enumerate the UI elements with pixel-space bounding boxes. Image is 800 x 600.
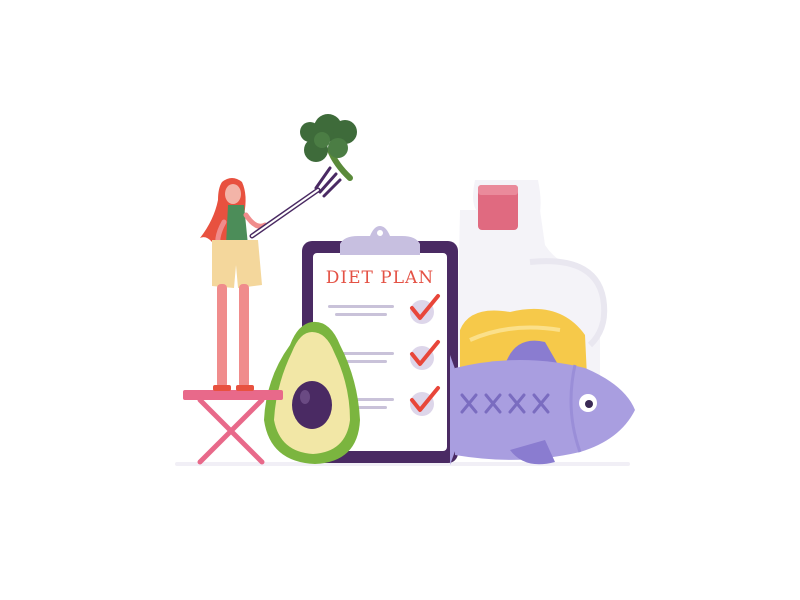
diet-plan-illustration: DIET PLAN (175, 114, 635, 466)
fork-icon (249, 166, 342, 239)
woman-figure (200, 178, 268, 391)
avocado-pit (292, 381, 332, 429)
woman-leg-right (239, 284, 249, 388)
clipboard-title: DIET PLAN (326, 268, 434, 288)
woman-leg-left (217, 284, 227, 388)
woman-shorts (212, 240, 262, 288)
